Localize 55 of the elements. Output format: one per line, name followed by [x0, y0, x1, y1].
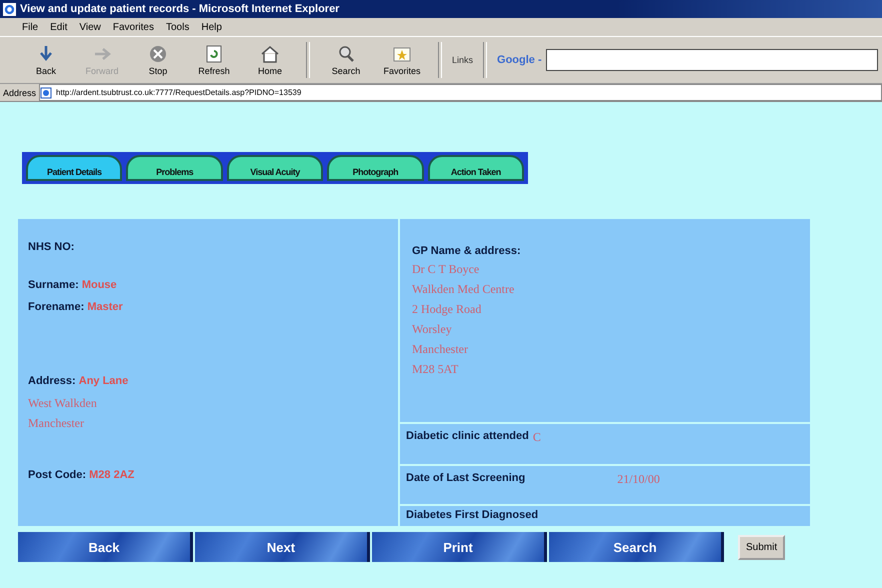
browser-icon [3, 2, 16, 16]
row-label: Diabetes First Diagnosed [406, 509, 538, 521]
toolbar-button[interactable]: Search [320, 44, 372, 76]
row-label: Diabetic clinic attended [406, 430, 529, 442]
toolbar-button[interactable]: Refresh [188, 44, 240, 76]
address-line: West Walkden [28, 395, 98, 412]
address-label: Address [3, 88, 36, 98]
menu-item[interactable]: Tools [166, 22, 190, 32]
menu-item[interactable]: File [22, 22, 38, 32]
post-code-label: Post Code: [28, 469, 86, 481]
gp-address-line: Dr C T Boyce [412, 261, 480, 278]
tab[interactable]: Visual Acuity [226, 155, 324, 181]
home-icon [260, 44, 280, 64]
nav-button[interactable]: Print [372, 532, 547, 562]
surname-label: Surname: [28, 279, 79, 291]
gp-address-line: 2 Hodge Road [412, 301, 482, 318]
menu-item[interactable]: Help [201, 22, 222, 32]
nav-button[interactable]: Next [195, 532, 370, 562]
page-icon [40, 86, 52, 98]
toolbar-button[interactable]: Back [20, 44, 72, 76]
gp-label: GP Name & address: [412, 245, 522, 257]
nav-button[interactable]: Back [18, 532, 193, 562]
menu-item[interactable]: Edit [50, 22, 68, 32]
refresh-icon [204, 44, 224, 64]
forename-label: Forename: [28, 301, 84, 313]
tab[interactable]: Patient Details [26, 155, 122, 181]
tab[interactable]: Problems [126, 155, 223, 181]
window-title: View and update patient records - Microsoft Internet Explorer [20, 3, 340, 15]
nhs-number-label: NHS NO: [28, 241, 76, 253]
toolbar-button[interactable]: Home [244, 44, 296, 76]
row-label: Date of Last Screening [406, 472, 526, 484]
toolbar-button[interactable]: Favorites [376, 44, 428, 76]
gp-address-line: M28 5AT [412, 361, 460, 378]
tab[interactable]: Action Taken [428, 155, 524, 181]
surname-value: Mouse [82, 279, 117, 291]
forename-value: Master [87, 301, 123, 313]
menu-item[interactable]: Favorites [112, 22, 154, 32]
address-line: Manchester [28, 415, 85, 432]
address-field-label: Address: [28, 375, 76, 387]
submit-button[interactable]: Submit [738, 534, 786, 560]
gp-address-line: Walkden Med Centre [412, 281, 516, 298]
post-code-value: M28 2AZ [89, 469, 134, 481]
tab[interactable]: Photograph [327, 155, 424, 181]
address-field[interactable]: http://ardent.tsubtrust.co.uk:7777/RequestDetails.asp?PIDNO=13539 [39, 84, 882, 101]
menu-item[interactable]: View [79, 22, 101, 32]
stop-icon [148, 44, 168, 64]
gp-address-line: Worsley [412, 321, 453, 338]
links-button[interactable]: Links [452, 55, 474, 65]
row-value: C [532, 430, 541, 444]
gp-address-line: Manchester [412, 341, 469, 358]
address-value: Any Lane [78, 375, 128, 387]
search-field[interactable] [546, 49, 878, 71]
row-value: 21/10/00 [617, 472, 660, 486]
nav-button[interactable]: Search [549, 532, 724, 562]
toolbar-button[interactable]: Stop [132, 44, 184, 76]
